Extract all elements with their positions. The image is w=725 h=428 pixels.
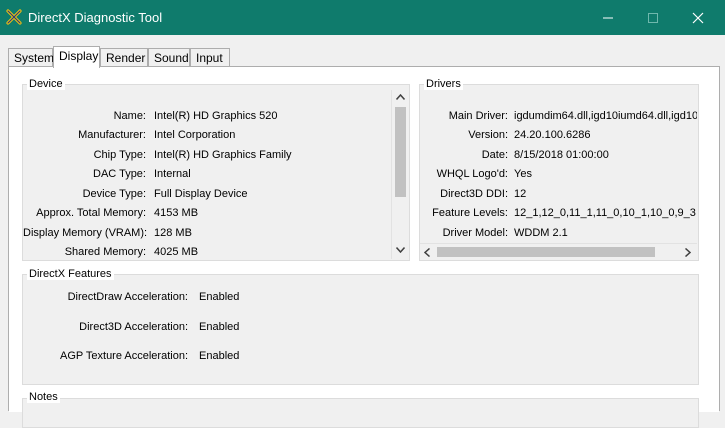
device-row-label: Device Type: [82,188,146,200]
feature-row-label: Direct3D Acceleration: [79,321,188,333]
drivers-scrollbar-thumb[interactable] [437,247,655,257]
driver-row-label: Version: [468,129,508,141]
maximize-icon [648,12,658,23]
feature-row: AGP Texture Acceleration: Enabled [23,350,323,366]
device-row-value: Full Display Device [154,188,248,200]
driver-row-value: igdumdim64.dll,igd10iumd64.dll,igd10iu [514,110,697,122]
tab-system[interactable]: System [8,48,55,67]
tab-sound[interactable]: Sound [148,48,190,67]
device-row-label: Display Memory (VRAM): [23,227,148,239]
device-row-label: DAC Type: [93,168,146,180]
feature-row-value: Enabled [199,350,240,362]
tab-label: Sound [154,51,189,65]
scroll-up-arrow-icon[interactable] [393,90,408,104]
close-button[interactable] [675,0,721,35]
device-group-title: Device [27,78,65,90]
scroll-left-arrow-icon[interactable] [420,245,434,259]
maximize-button[interactable] [630,0,676,35]
device-row: Shared Memory: 4025 MB [23,246,398,262]
driver-row-value: WDDM 2.1 [514,227,568,239]
notes-group [22,398,699,428]
minimize-icon [603,17,613,18]
device-scrollbar[interactable] [391,90,408,259]
tab-render[interactable]: Render [100,48,148,67]
driver-row: Date: 8/15/2018 01:00:00 [420,149,697,165]
driver-row-value: Yes [514,168,532,180]
device-row: Display Memory (VRAM): 128 MB [23,227,398,243]
directx-app-icon [6,9,22,25]
feature-row-value: Enabled [199,321,240,333]
features-group-title: DirectX Features [27,268,114,280]
device-row-value: Intel(R) HD Graphics 520 [154,110,278,122]
directx-diagnostic-window: DirectX Diagnostic Tool System Display R… [0,0,725,428]
driver-row-value: 12 [514,188,527,200]
feature-row: DirectDraw Acceleration: Enabled [23,291,323,307]
driver-row: Feature Levels: 12_1,12_0,11_1,11_0,10_1… [420,207,697,223]
driver-row: Driver Model: WDDM 2.1 [420,227,697,243]
notes-group-title: Notes [27,391,60,403]
tab-display[interactable]: Display [53,46,100,68]
tab-label: Input [196,51,223,65]
tab-label: Display [59,49,99,63]
window-title: DirectX Diagnostic Tool [28,10,163,25]
device-row-value: 128 MB [154,227,192,239]
tab-label: Render [106,51,146,65]
drivers-scrollbar[interactable] [420,243,697,259]
device-row-value: Intel Corporation [154,129,236,141]
device-row-label: Chip Type: [93,149,146,161]
close-icon [692,12,704,23]
driver-row-label: Driver Model: [442,227,508,239]
title-bar[interactable]: DirectX Diagnostic Tool [0,0,725,35]
display-tab-panel: Device Name: Intel(R) HD Graphics 520 Ma… [8,66,720,428]
feature-row-label: DirectDraw Acceleration: [67,291,188,303]
driver-row-value: 24.20.100.6286 [514,129,591,141]
driver-row-value: 8/15/2018 01:00:00 [514,149,609,161]
device-scrollbar-thumb[interactable] [395,107,406,197]
tab-label: System [14,51,55,65]
driver-row: Direct3D DDI: 12 [420,188,697,204]
scroll-down-arrow-icon[interactable] [393,243,408,257]
device-row-label: Name: [113,110,146,122]
device-row: Name: Intel(R) HD Graphics 520 [23,110,398,126]
driver-row-label: Date: [481,149,508,161]
feature-row-label: AGP Texture Acceleration: [60,350,188,362]
driver-row-label: WHQL Logo'd: [436,168,508,180]
feature-row-value: Enabled [199,291,240,303]
device-row: Manufacturer: Intel Corporation [23,129,398,145]
device-row-label: Manufacturer: [78,129,146,141]
device-row: Chip Type: Intel(R) HD Graphics Family [23,149,398,165]
device-row-value: 4153 MB [154,207,199,219]
device-row-label: Approx. Total Memory: [36,207,146,219]
device-row-label: Shared Memory: [64,246,146,258]
driver-row: WHQL Logo'd: Yes [420,168,697,184]
driver-row-label: Main Driver: [448,110,508,122]
drivers-group-title: Drivers [424,78,463,90]
device-row-value: Intel(R) HD Graphics Family [154,149,292,161]
feature-row: Direct3D Acceleration: Enabled [23,321,323,337]
device-row-value: 4025 MB [154,246,199,258]
device-row: Device Type: Full Display Device [23,188,398,204]
driver-row-label: Feature Levels: [432,207,508,219]
driver-row: Main Driver: igdumdim64.dll,igd10iumd64.… [420,110,697,126]
device-row: Approx. Total Memory: 4153 MB [23,207,398,223]
driver-row-label: Direct3D DDI: [440,188,508,200]
driver-row: Version: 24.20.100.6286 [420,129,697,145]
device-row-value: Internal [154,168,191,180]
device-row: DAC Type: Internal [23,168,398,184]
tab-input[interactable]: Input [190,48,230,67]
driver-row-value: 12_1,12_0,11_1,11_0,10_1,10_0,9_3 [514,207,696,219]
scroll-right-arrow-icon[interactable] [681,245,695,259]
minimize-button[interactable] [585,0,631,35]
